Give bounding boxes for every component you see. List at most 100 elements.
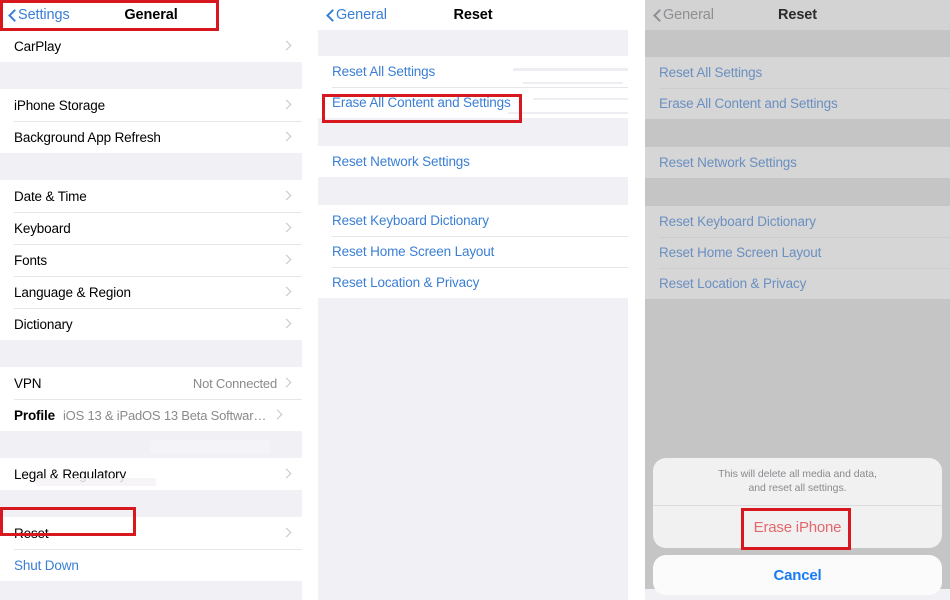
row-label: Date & Time (14, 188, 87, 204)
group-separator (0, 62, 302, 89)
ghost-artifact (36, 478, 156, 486)
row-label: Reset Keyboard Dictionary (332, 213, 489, 228)
row-value: Not Connected (192, 375, 277, 391)
settings-row-reset[interactable]: Reset (0, 517, 302, 549)
row-label: Reset Home Screen Layout (659, 245, 822, 260)
reset-group-3: Reset Keyboard Dictionary Reset Home Scr… (318, 205, 628, 298)
settings-row-carplay[interactable]: CarPlay (0, 30, 302, 62)
row-label: Reset Network Settings (659, 155, 797, 170)
three-panel-tutorial-screenshot: Settings General CarPlay iPhone Storage … (0, 0, 950, 600)
page-title: Reset (778, 7, 817, 23)
back-button-label: Settings (18, 7, 70, 23)
row-label: Reset Location & Privacy (332, 275, 480, 290)
reset-row-reset-network-settings[interactable]: Reset Network Settings (645, 147, 950, 178)
reset-group-2-dimmed: Reset Network Settings (645, 147, 950, 178)
row-label: Reset Home Screen Layout (332, 244, 495, 259)
reset-row-reset-location-privacy[interactable]: Reset Location & Privacy (645, 268, 950, 299)
chevron-right-icon (283, 318, 292, 330)
settings-row-iphone-storage[interactable]: iPhone Storage (0, 89, 302, 121)
action-sheet-message: This will delete all media and data, and… (653, 458, 942, 506)
settings-row-background-app-refresh[interactable]: Background App Refresh (0, 121, 302, 153)
back-button-general[interactable]: General (326, 0, 387, 30)
navbar-general: Settings General (0, 0, 302, 30)
settings-row-keyboard[interactable]: Keyboard (0, 212, 302, 244)
reset-row-reset-all-settings[interactable]: Reset All Settings (645, 57, 950, 88)
ghost-artifact (533, 98, 628, 100)
cancel-button[interactable]: Cancel (653, 555, 942, 595)
reset-row-reset-home-screen-layout[interactable]: Reset Home Screen Layout (318, 236, 628, 267)
chevron-right-icon (283, 99, 292, 111)
chevron-left-icon (653, 9, 661, 22)
settings-row-language-region[interactable]: Language & Region (0, 276, 302, 308)
group-separator (645, 119, 950, 147)
settings-row-dictionary[interactable]: Dictionary (0, 308, 302, 340)
chevron-right-icon (283, 131, 292, 143)
iphone-screen-erase-confirmation: General Reset Reset All Settings Erase A… (645, 0, 950, 600)
back-button-label: General (663, 7, 714, 23)
chevron-right-icon (283, 286, 292, 298)
erase-action-sheet: This will delete all media and data, and… (653, 457, 942, 595)
row-label: Reset (14, 525, 49, 541)
group-separator (0, 490, 302, 517)
chevron-right-icon (283, 527, 292, 539)
row-label: CarPlay (14, 38, 61, 54)
chevron-right-icon (283, 254, 292, 266)
row-label: iPhone Storage (14, 97, 105, 113)
reset-row-reset-keyboard-dictionary[interactable]: Reset Keyboard Dictionary (318, 205, 628, 236)
erase-iphone-button[interactable]: Erase iPhone (653, 506, 942, 548)
group-separator (645, 178, 950, 206)
settings-row-profile[interactable]: Profile iOS 13 & iPadOS 13 Beta Software… (0, 399, 302, 431)
settings-group-3: Date & Time Keyboard Fonts Language & Re… (0, 180, 302, 340)
row-label: Fonts (14, 252, 48, 268)
action-sheet-message-line-1: This will delete all media and data, (718, 467, 877, 480)
row-label: Erase All Content and Settings (332, 95, 511, 110)
settings-row-fonts[interactable]: Fonts (0, 244, 302, 276)
reset-group-2: Reset Network Settings (318, 146, 628, 177)
reset-row-reset-keyboard-dictionary[interactable]: Reset Keyboard Dictionary (645, 206, 950, 237)
reset-row-reset-location-privacy[interactable]: Reset Location & Privacy (318, 267, 628, 298)
group-separator (318, 118, 628, 146)
chevron-right-icon (283, 468, 292, 480)
row-label: Reset All Settings (659, 65, 763, 80)
settings-group-4: VPN Not Connected Profile iOS 13 & iPadO… (0, 367, 302, 431)
chevron-left-icon (326, 9, 334, 22)
settings-group-1: CarPlay (0, 30, 302, 62)
row-value: iOS 13 & iPadOS 13 Beta Software Pr... (62, 407, 268, 423)
navbar-reset: General Reset (318, 0, 628, 30)
row-label: Background App Refresh (14, 129, 161, 145)
iphone-screen-general-settings: Settings General CarPlay iPhone Storage … (0, 0, 302, 600)
back-button-label: General (336, 7, 387, 23)
group-separator (318, 177, 628, 205)
group-separator (645, 30, 950, 57)
reset-row-reset-network-settings[interactable]: Reset Network Settings (318, 146, 628, 177)
row-label: Reset Network Settings (332, 154, 470, 169)
row-label: Reset Location & Privacy (659, 276, 807, 291)
settings-row-shut-down[interactable]: Shut Down (0, 549, 302, 581)
row-label: Keyboard (14, 220, 71, 236)
settings-group-2: iPhone Storage Background App Refresh (0, 89, 302, 153)
ghost-artifact (523, 82, 623, 84)
row-label: Profile (14, 407, 55, 423)
group-separator (0, 581, 302, 600)
row-label: Language & Region (14, 284, 131, 300)
row-label: Dictionary (14, 316, 73, 332)
chevron-right-icon (283, 190, 292, 202)
settings-row-date-time[interactable]: Date & Time (0, 180, 302, 212)
settings-row-vpn[interactable]: VPN Not Connected (0, 367, 302, 399)
ghost-artifact (513, 68, 628, 71)
group-separator (0, 340, 302, 367)
action-sheet-card: This will delete all media and data, and… (653, 457, 942, 548)
row-label: Reset Keyboard Dictionary (659, 214, 816, 229)
reset-group-1-dimmed: Reset All Settings Erase All Content and… (645, 57, 950, 119)
back-button-general[interactable]: General (653, 0, 714, 30)
group-separator (318, 298, 628, 588)
navbar-reset-dimmed: General Reset (645, 0, 950, 30)
chevron-right-icon (274, 409, 283, 421)
reset-row-reset-home-screen-layout[interactable]: Reset Home Screen Layout (645, 237, 950, 268)
row-label: Reset All Settings (332, 64, 436, 79)
back-button-settings[interactable]: Settings (8, 0, 70, 30)
chevron-right-icon (283, 222, 292, 234)
reset-row-erase-all-content-and-settings[interactable]: Erase All Content and Settings (645, 88, 950, 119)
page-title: Reset (453, 7, 493, 23)
reset-group-1: Reset All Settings Erase All Content and… (318, 56, 628, 118)
